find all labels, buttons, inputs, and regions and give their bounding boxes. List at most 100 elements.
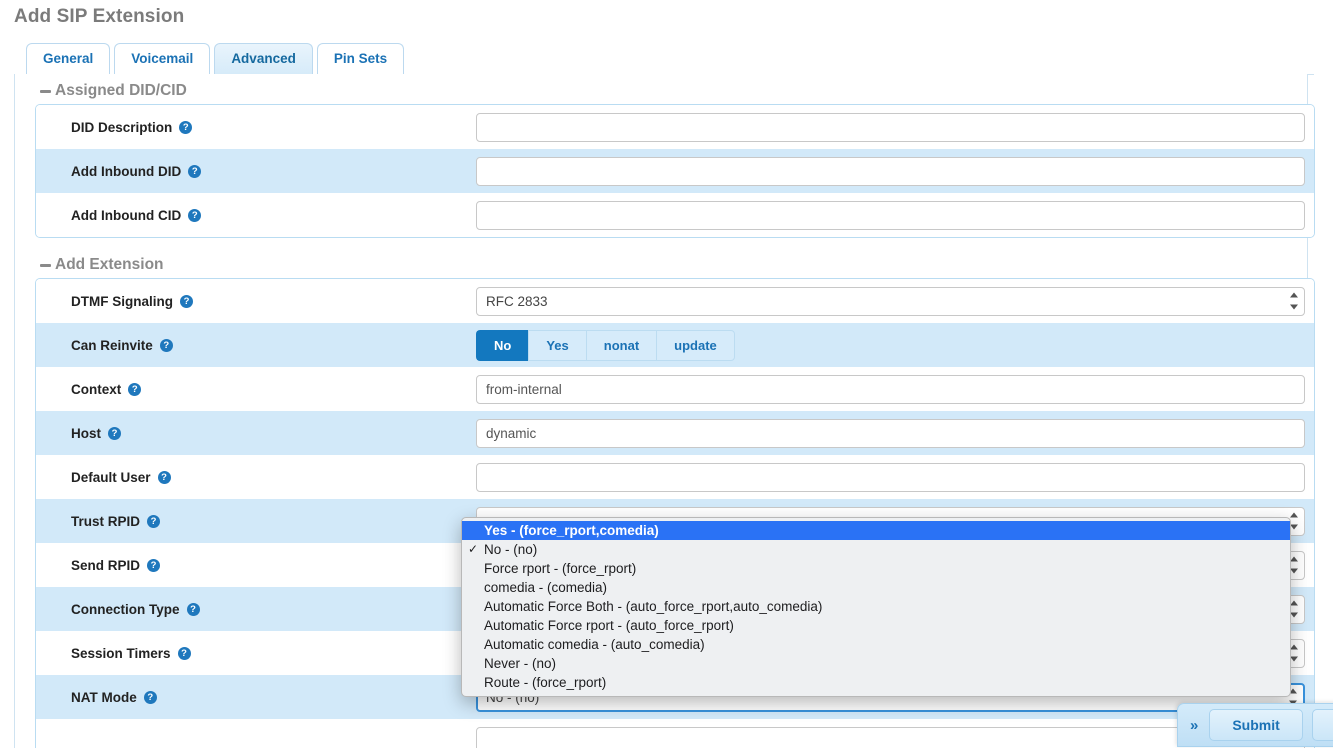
form-row-label: Add Inbound DID? bbox=[36, 164, 476, 179]
form-row-label: Add Inbound CID? bbox=[36, 208, 476, 223]
form-row-label: DID Description? bbox=[36, 120, 476, 135]
form-row-label: Context? bbox=[36, 382, 476, 397]
help-icon[interactable]: ? bbox=[178, 647, 191, 660]
submit-button[interactable]: Submit bbox=[1209, 709, 1302, 741]
context-input[interactable] bbox=[476, 375, 1305, 404]
collapse-minus-icon[interactable] bbox=[40, 264, 51, 267]
page-root: Add SIP Extension GeneralVoicemailAdvanc… bbox=[0, 0, 1333, 748]
fieldset-box: DID Description?Add Inbound DID?Add Inbo… bbox=[35, 104, 1315, 238]
form-row-label: Send RPID? bbox=[36, 558, 476, 573]
dropdown-option-label: Automatic Force Both - (auto_force_rport… bbox=[484, 599, 822, 614]
dropdown-option[interactable]: ✓ No - (no) bbox=[462, 540, 1290, 559]
section-legend-label: Assigned DID/CID bbox=[55, 82, 187, 99]
dropdown-option[interactable]: Route - (force_rport) bbox=[462, 673, 1290, 692]
form-row-label: DTMF Signaling? bbox=[36, 294, 476, 309]
form-row-field bbox=[476, 419, 1314, 448]
form-row-field: RFC 2833 bbox=[476, 287, 1314, 316]
form-row-label: Can Reinvite? bbox=[36, 338, 476, 353]
dropdown-option[interactable]: Automatic comedia - (auto_comedia) bbox=[462, 635, 1290, 654]
section-legend-label: Add Extension bbox=[55, 256, 164, 273]
can-reinvite-option-yes[interactable]: Yes bbox=[528, 330, 585, 361]
form-row: DID Description? bbox=[36, 105, 1314, 149]
tab-voicemail[interactable]: Voicemail bbox=[114, 43, 210, 74]
dropdown-option-label: Never - (no) bbox=[484, 656, 556, 671]
section-legend[interactable]: Add Extension bbox=[35, 254, 1315, 276]
can-reinvite-option-no[interactable]: No bbox=[476, 330, 528, 361]
form-row-label: Session Timers? bbox=[36, 646, 476, 661]
section-legend[interactable]: Assigned DID/CID bbox=[35, 80, 1315, 102]
help-icon[interactable]: ? bbox=[188, 165, 201, 178]
dropdown-option-label: Yes - (force_rport,comedia) bbox=[484, 523, 659, 538]
form-row bbox=[36, 719, 1314, 748]
dropdown-option-label: Route - (force_rport) bbox=[484, 675, 606, 690]
form-row: DTMF Signaling? RFC 2833 bbox=[36, 279, 1314, 323]
dtmf-signaling-select-value: RFC 2833 bbox=[486, 294, 548, 309]
dropdown-option[interactable]: Yes - (force_rport,comedia) bbox=[462, 521, 1290, 540]
default-user-input[interactable] bbox=[476, 463, 1305, 492]
help-icon[interactable]: ? bbox=[144, 691, 157, 704]
dropdown-option-label: Automatic Force rport - (auto_force_rpor… bbox=[484, 618, 734, 633]
dropdown-option-label: comedia - (comedia) bbox=[484, 580, 607, 595]
dropdown-option[interactable]: comedia - (comedia) bbox=[462, 578, 1290, 597]
form-label-text: Host bbox=[71, 426, 101, 441]
form-row-label: Default User? bbox=[36, 470, 476, 485]
help-icon[interactable]: ? bbox=[188, 209, 201, 222]
dropdown-option-label: Automatic comedia - (auto_comedia) bbox=[484, 637, 705, 652]
collapse-minus-icon[interactable] bbox=[40, 90, 51, 93]
host-input[interactable] bbox=[476, 419, 1305, 448]
form-row: Context? bbox=[36, 367, 1314, 411]
form-row-field bbox=[476, 201, 1314, 230]
form-label-text: DTMF Signaling bbox=[71, 294, 173, 309]
tab-advanced[interactable]: Advanced bbox=[214, 43, 313, 74]
help-icon[interactable]: ? bbox=[128, 383, 141, 396]
form-label-text: DID Description bbox=[71, 120, 172, 135]
dropdown-option[interactable]: Automatic Force Both - (auto_force_rport… bbox=[462, 597, 1290, 616]
form-row-label: Host? bbox=[36, 426, 476, 441]
tab-general[interactable]: General bbox=[26, 43, 110, 74]
help-icon[interactable]: ? bbox=[108, 427, 121, 440]
help-icon[interactable]: ? bbox=[158, 471, 171, 484]
help-icon[interactable]: ? bbox=[147, 559, 160, 572]
nat-mode-dropdown-popup[interactable]: Yes - (force_rport,comedia) ✓ No - (no) For… bbox=[461, 517, 1291, 697]
check-icon: ✓ bbox=[468, 540, 478, 559]
form-label-text: Add Inbound DID bbox=[71, 164, 181, 179]
expand-chevron-icon[interactable]: » bbox=[1188, 717, 1200, 734]
form-row: Default User? bbox=[36, 455, 1314, 499]
add-inbound-cid-input[interactable] bbox=[476, 201, 1305, 230]
select-stepper-icon[interactable] bbox=[1289, 293, 1298, 310]
form-label-text: NAT Mode bbox=[71, 690, 137, 705]
form-row: Host? bbox=[36, 411, 1314, 455]
help-icon[interactable]: ? bbox=[187, 603, 200, 616]
form-label-text: Session Timers bbox=[71, 646, 171, 661]
form-label-text: Add Inbound CID bbox=[71, 208, 181, 223]
help-icon[interactable]: ? bbox=[160, 339, 173, 352]
dropdown-option[interactable]: Never - (no) bbox=[462, 654, 1290, 673]
help-icon[interactable]: ? bbox=[180, 295, 193, 308]
dropdown-option-label: Force rport - (force_rport) bbox=[484, 561, 636, 576]
form-row-label: NAT Mode? bbox=[36, 690, 476, 705]
tab-bar: GeneralVoicemailAdvancedPin Sets bbox=[26, 43, 404, 74]
page-title: Add SIP Extension bbox=[14, 6, 184, 28]
dropdown-option[interactable]: Automatic Force rport - (auto_force_rpor… bbox=[462, 616, 1290, 635]
form-row-label: Trust RPID? bbox=[36, 514, 476, 529]
form-row-field bbox=[476, 463, 1314, 492]
help-icon[interactable]: ? bbox=[179, 121, 192, 134]
form-label-text: Default User bbox=[71, 470, 151, 485]
help-icon[interactable]: ? bbox=[147, 515, 160, 528]
floating-action-bar: » Submit Reset bbox=[1177, 703, 1333, 747]
form-row-label: Connection Type? bbox=[36, 602, 476, 617]
form-label-text: Trust RPID bbox=[71, 514, 140, 529]
can-reinvite-button-group: NoYesnonatupdate bbox=[476, 330, 735, 361]
dropdown-option-label: No - (no) bbox=[484, 542, 537, 557]
tab-pin-sets[interactable]: Pin Sets bbox=[317, 43, 404, 74]
add-inbound-did-input[interactable] bbox=[476, 157, 1305, 186]
dropdown-option[interactable]: Force rport - (force_rport) bbox=[462, 559, 1290, 578]
did-description-input[interactable] bbox=[476, 113, 1305, 142]
can-reinvite-option-nonat[interactable]: nonat bbox=[586, 330, 656, 361]
reset-button[interactable]: Reset bbox=[1312, 709, 1333, 741]
form-label-text: Can Reinvite bbox=[71, 338, 153, 353]
dtmf-signaling-select[interactable]: RFC 2833 bbox=[476, 287, 1305, 316]
can-reinvite-option-update[interactable]: update bbox=[656, 330, 735, 361]
form-label-text: Context bbox=[71, 382, 121, 397]
form-row: Add Inbound CID? bbox=[36, 193, 1314, 237]
